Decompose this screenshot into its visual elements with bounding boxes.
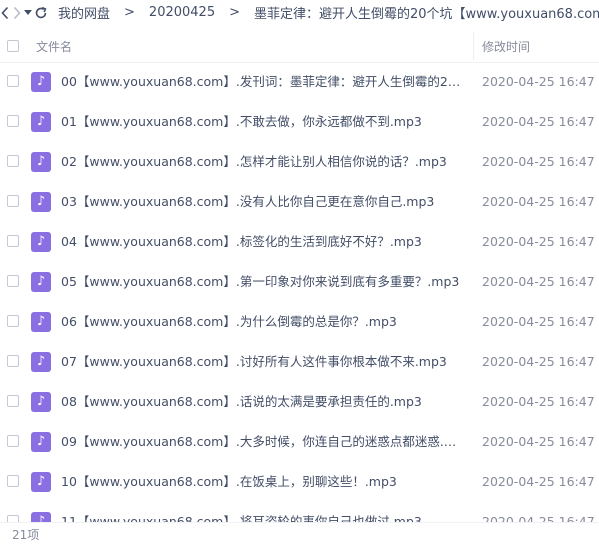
- file-row[interactable]: ♪ 10【www.youxuan68.com】.在饭桌上，别聊这些！.mp3 2…: [0, 462, 599, 502]
- music-note-icon: ♪: [31, 112, 51, 132]
- file-row[interactable]: ♪ 03【www.youxuan68.com】.没有人比你自己更在意你自己.mp…: [0, 182, 599, 222]
- music-note-icon: ♪: [31, 192, 51, 212]
- breadcrumb-item-root[interactable]: 我的网盘: [58, 3, 110, 22]
- row-checkbox[interactable]: [7, 395, 19, 407]
- item-count: 21项: [12, 528, 40, 542]
- chevron-left-icon: [1, 6, 9, 19]
- row-checkbox[interactable]: [7, 355, 19, 367]
- file-name[interactable]: 02【www.youxuan68.com】.怎样才能让别人相信你说的话？.mp3: [61, 142, 466, 182]
- file-row[interactable]: ♪ 07【www.youxuan68.com】.讨好所有人这件事你根本做不来.m…: [0, 342, 599, 382]
- file-time: 2020-04-25 16:47: [482, 354, 595, 369]
- file-row[interactable]: ♪ 06【www.youxuan68.com】.为什么倒霉的总是你？.mp3 2…: [0, 302, 599, 342]
- file-time: 2020-04-25 16:47: [482, 74, 595, 89]
- file-time: 2020-04-25 16:47: [482, 194, 595, 209]
- breadcrumb-item-folder[interactable]: 20200425: [149, 5, 215, 20]
- refresh-button[interactable]: [34, 0, 48, 25]
- music-note-icon: ♪: [31, 232, 51, 252]
- file-list: ♪ 00【www.youxuan68.com】.发刊词：墨菲定律：避开人生倒霉的…: [0, 62, 599, 522]
- music-note-icon: ♪: [31, 352, 51, 372]
- row-checkbox[interactable]: [7, 75, 19, 87]
- file-row[interactable]: ♪ 08【www.youxuan68.com】.话说的太满是要承担责任的.mp3…: [0, 382, 599, 422]
- file-time: 2020-04-25 16:47: [482, 314, 595, 329]
- file-name[interactable]: 07【www.youxuan68.com】.讨好所有人这件事你根本做不来.mp3: [61, 342, 466, 382]
- select-all-checkbox[interactable]: [7, 40, 19, 52]
- music-note-icon: ♪: [31, 392, 51, 412]
- row-checkbox[interactable]: [7, 115, 19, 127]
- row-checkbox[interactable]: [7, 195, 19, 207]
- column-header-name[interactable]: 文件名: [36, 38, 72, 55]
- music-note-icon: ♪: [31, 152, 51, 172]
- chevron-right-icon: [13, 6, 21, 19]
- file-row[interactable]: ♪ 09【www.youxuan68.com】.大多时候，你连自己的迷惑点都迷惑…: [0, 422, 599, 462]
- file-name[interactable]: 05【www.youxuan68.com】.第一印象对你来说到底有多重要？.mp…: [61, 262, 466, 302]
- file-row[interactable]: ♪ 11【www.youxuan68.com】.将耳姿轮的事你自己也做过.mp3…: [0, 502, 599, 522]
- row-checkbox[interactable]: [7, 515, 19, 522]
- row-checkbox[interactable]: [7, 275, 19, 287]
- file-time: 2020-04-25 16:47: [482, 274, 595, 289]
- row-checkbox[interactable]: [7, 315, 19, 327]
- file-name[interactable]: 11【www.youxuan68.com】.将耳姿轮的事你自己也做过.mp3: [61, 502, 466, 522]
- breadcrumb: 我的网盘 > 20200425 > 墨菲定律：避开人生倒霉的20个坑【www.y…: [58, 3, 599, 22]
- column-header-time[interactable]: 修改时间: [482, 38, 530, 55]
- breadcrumb-item-current[interactable]: 墨菲定律：避开人生倒霉的20个坑【www.youxuan68.com】: [254, 3, 599, 22]
- caret-down-icon: [24, 9, 32, 15]
- file-time: 2020-04-25 16:47: [482, 154, 595, 169]
- file-time: 2020-04-25 16:47: [482, 394, 595, 409]
- row-checkbox[interactable]: [7, 155, 19, 167]
- breadcrumb-separator: >: [124, 5, 135, 20]
- refresh-icon: [35, 6, 47, 18]
- file-name[interactable]: 10【www.youxuan68.com】.在饭桌上，别聊这些！.mp3: [61, 462, 466, 502]
- music-note-icon: ♪: [31, 312, 51, 332]
- file-row[interactable]: ♪ 02【www.youxuan68.com】.怎样才能让别人相信你说的话？.m…: [0, 142, 599, 182]
- file-time: 2020-04-25 16:47: [482, 114, 595, 129]
- forward-button[interactable]: [12, 0, 22, 25]
- music-note-icon: ♪: [31, 432, 51, 452]
- file-name[interactable]: 09【www.youxuan68.com】.大多时候，你连自己的迷惑点都迷惑.m…: [61, 422, 466, 462]
- music-note-icon: ♪: [31, 472, 51, 492]
- breadcrumb-separator: >: [229, 5, 240, 20]
- toolbar: 我的网盘 > 20200425 > 墨菲定律：避开人生倒霉的20个坑【www.y…: [0, 0, 599, 25]
- status-bar: 21项: [0, 522, 599, 544]
- file-name[interactable]: 06【www.youxuan68.com】.为什么倒霉的总是你？.mp3: [61, 302, 466, 342]
- row-checkbox[interactable]: [7, 475, 19, 487]
- file-row[interactable]: ♪ 04【www.youxuan68.com】.标签化的生活到底好不好？.mp3…: [0, 222, 599, 262]
- music-note-icon: ♪: [31, 272, 51, 292]
- file-row[interactable]: ♪ 00【www.youxuan68.com】.发刊词：墨菲定律：避开人生倒霉的…: [0, 62, 599, 102]
- file-time: 2020-04-25 16:47: [482, 234, 595, 249]
- column-divider[interactable]: [473, 32, 474, 60]
- file-name[interactable]: 03【www.youxuan68.com】.没有人比你自己更在意你自己.mp3: [61, 182, 466, 222]
- file-name[interactable]: 01【www.youxuan68.com】.不敢去做，你永远都做不到.mp3: [61, 102, 466, 142]
- list-header: 文件名 修改时间: [0, 30, 599, 63]
- file-time: 2020-04-25 16:47: [482, 514, 595, 522]
- music-note-icon: ♪: [31, 72, 51, 92]
- file-time: 2020-04-25 16:47: [482, 434, 595, 449]
- history-dropdown-button[interactable]: [24, 0, 32, 25]
- row-checkbox[interactable]: [7, 235, 19, 247]
- file-name[interactable]: 00【www.youxuan68.com】.发刊词：墨菲定律：避开人生倒霉的20…: [61, 62, 466, 102]
- file-name[interactable]: 04【www.youxuan68.com】.标签化的生活到底好不好？.mp3: [61, 222, 466, 262]
- file-row[interactable]: ♪ 05【www.youxuan68.com】.第一印象对你来说到底有多重要？.…: [0, 262, 599, 302]
- row-checkbox[interactable]: [7, 435, 19, 447]
- file-time: 2020-04-25 16:47: [482, 474, 595, 489]
- file-name[interactable]: 08【www.youxuan68.com】.话说的太满是要承担责任的.mp3: [61, 382, 466, 422]
- music-note-icon: ♪: [31, 512, 51, 522]
- file-row[interactable]: ♪ 01【www.youxuan68.com】.不敢去做，你永远都做不到.mp3…: [0, 102, 599, 142]
- back-button[interactable]: [0, 0, 10, 25]
